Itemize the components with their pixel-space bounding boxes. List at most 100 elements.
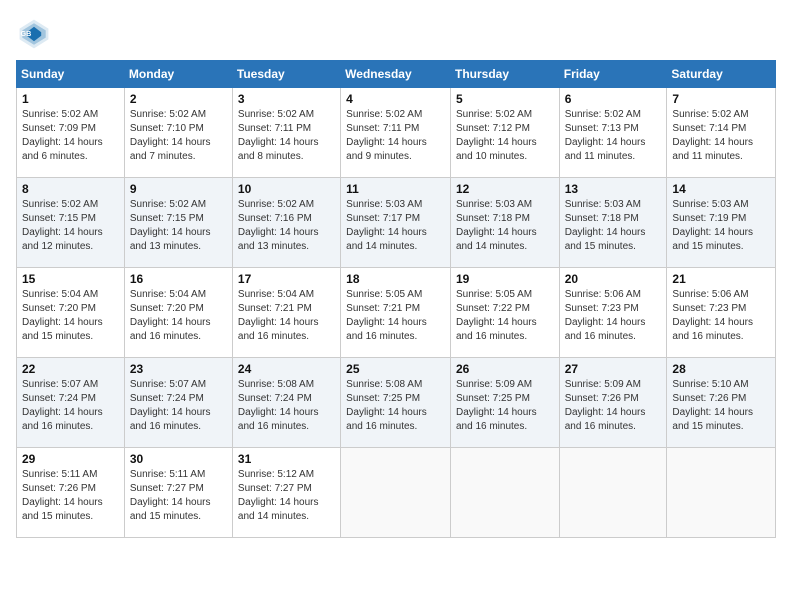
calendar-cell: 20 Sunrise: 5:06 AM Sunset: 7:23 PM Dayl… bbox=[559, 268, 667, 358]
day-info: Sunrise: 5:04 AM Sunset: 7:20 PM Dayligh… bbox=[22, 288, 119, 344]
calendar-table: SundayMondayTuesdayWednesdayThursdayFrid… bbox=[16, 60, 776, 538]
day-number: 11 bbox=[346, 182, 445, 196]
calendar-cell: 31 Sunrise: 5:12 AM Sunset: 7:27 PM Dayl… bbox=[232, 448, 340, 538]
day-number: 18 bbox=[346, 272, 445, 286]
day-info: Sunrise: 5:02 AM Sunset: 7:13 PM Dayligh… bbox=[565, 108, 662, 164]
day-number: 28 bbox=[672, 362, 770, 376]
day-info: Sunrise: 5:02 AM Sunset: 7:16 PM Dayligh… bbox=[238, 198, 335, 254]
calendar-cell: 11 Sunrise: 5:03 AM Sunset: 7:17 PM Dayl… bbox=[341, 178, 451, 268]
day-info: Sunrise: 5:05 AM Sunset: 7:21 PM Dayligh… bbox=[346, 288, 445, 344]
day-info: Sunrise: 5:07 AM Sunset: 7:24 PM Dayligh… bbox=[22, 378, 119, 434]
day-info: Sunrise: 5:02 AM Sunset: 7:11 PM Dayligh… bbox=[238, 108, 335, 164]
day-number: 15 bbox=[22, 272, 119, 286]
day-number: 9 bbox=[130, 182, 227, 196]
day-number: 3 bbox=[238, 92, 335, 106]
calendar-header-row: SundayMondayTuesdayWednesdayThursdayFrid… bbox=[17, 61, 776, 88]
calendar-cell: 1 Sunrise: 5:02 AM Sunset: 7:09 PM Dayli… bbox=[17, 88, 125, 178]
calendar-cell bbox=[667, 448, 776, 538]
day-number: 1 bbox=[22, 92, 119, 106]
calendar-cell: 25 Sunrise: 5:08 AM Sunset: 7:25 PM Dayl… bbox=[341, 358, 451, 448]
day-number: 29 bbox=[22, 452, 119, 466]
calendar-cell: 19 Sunrise: 5:05 AM Sunset: 7:22 PM Dayl… bbox=[450, 268, 559, 358]
day-number: 14 bbox=[672, 182, 770, 196]
day-number: 26 bbox=[456, 362, 554, 376]
day-info: Sunrise: 5:04 AM Sunset: 7:20 PM Dayligh… bbox=[130, 288, 227, 344]
day-info: Sunrise: 5:03 AM Sunset: 7:19 PM Dayligh… bbox=[672, 198, 770, 254]
calendar-cell: 30 Sunrise: 5:11 AM Sunset: 7:27 PM Dayl… bbox=[124, 448, 232, 538]
column-header-tuesday: Tuesday bbox=[232, 61, 340, 88]
calendar-cell: 28 Sunrise: 5:10 AM Sunset: 7:26 PM Dayl… bbox=[667, 358, 776, 448]
calendar-cell: 13 Sunrise: 5:03 AM Sunset: 7:18 PM Dayl… bbox=[559, 178, 667, 268]
column-header-monday: Monday bbox=[124, 61, 232, 88]
calendar-cell: 17 Sunrise: 5:04 AM Sunset: 7:21 PM Dayl… bbox=[232, 268, 340, 358]
day-number: 10 bbox=[238, 182, 335, 196]
calendar-cell: 16 Sunrise: 5:04 AM Sunset: 7:20 PM Dayl… bbox=[124, 268, 232, 358]
day-number: 16 bbox=[130, 272, 227, 286]
calendar-cell: 24 Sunrise: 5:08 AM Sunset: 7:24 PM Dayl… bbox=[232, 358, 340, 448]
day-info: Sunrise: 5:09 AM Sunset: 7:26 PM Dayligh… bbox=[565, 378, 662, 434]
day-number: 30 bbox=[130, 452, 227, 466]
day-number: 23 bbox=[130, 362, 227, 376]
calendar-cell: 14 Sunrise: 5:03 AM Sunset: 7:19 PM Dayl… bbox=[667, 178, 776, 268]
day-info: Sunrise: 5:06 AM Sunset: 7:23 PM Dayligh… bbox=[672, 288, 770, 344]
logo: GB bbox=[16, 16, 56, 52]
day-info: Sunrise: 5:10 AM Sunset: 7:26 PM Dayligh… bbox=[672, 378, 770, 434]
calendar-week-row: 29 Sunrise: 5:11 AM Sunset: 7:26 PM Dayl… bbox=[17, 448, 776, 538]
day-info: Sunrise: 5:11 AM Sunset: 7:26 PM Dayligh… bbox=[22, 468, 119, 524]
calendar-cell: 22 Sunrise: 5:07 AM Sunset: 7:24 PM Dayl… bbox=[17, 358, 125, 448]
day-info: Sunrise: 5:05 AM Sunset: 7:22 PM Dayligh… bbox=[456, 288, 554, 344]
calendar-cell bbox=[450, 448, 559, 538]
day-number: 22 bbox=[22, 362, 119, 376]
calendar-cell: 9 Sunrise: 5:02 AM Sunset: 7:15 PM Dayli… bbox=[124, 178, 232, 268]
day-info: Sunrise: 5:03 AM Sunset: 7:18 PM Dayligh… bbox=[456, 198, 554, 254]
day-info: Sunrise: 5:02 AM Sunset: 7:14 PM Dayligh… bbox=[672, 108, 770, 164]
column-header-wednesday: Wednesday bbox=[341, 61, 451, 88]
calendar-week-row: 15 Sunrise: 5:04 AM Sunset: 7:20 PM Dayl… bbox=[17, 268, 776, 358]
day-number: 13 bbox=[565, 182, 662, 196]
calendar-cell: 4 Sunrise: 5:02 AM Sunset: 7:11 PM Dayli… bbox=[341, 88, 451, 178]
day-number: 5 bbox=[456, 92, 554, 106]
day-info: Sunrise: 5:04 AM Sunset: 7:21 PM Dayligh… bbox=[238, 288, 335, 344]
day-number: 20 bbox=[565, 272, 662, 286]
day-number: 12 bbox=[456, 182, 554, 196]
day-info: Sunrise: 5:12 AM Sunset: 7:27 PM Dayligh… bbox=[238, 468, 335, 524]
calendar-cell: 18 Sunrise: 5:05 AM Sunset: 7:21 PM Dayl… bbox=[341, 268, 451, 358]
day-info: Sunrise: 5:11 AM Sunset: 7:27 PM Dayligh… bbox=[130, 468, 227, 524]
calendar-cell: 5 Sunrise: 5:02 AM Sunset: 7:12 PM Dayli… bbox=[450, 88, 559, 178]
day-number: 21 bbox=[672, 272, 770, 286]
calendar-cell: 12 Sunrise: 5:03 AM Sunset: 7:18 PM Dayl… bbox=[450, 178, 559, 268]
day-number: 6 bbox=[565, 92, 662, 106]
day-number: 19 bbox=[456, 272, 554, 286]
calendar-cell: 23 Sunrise: 5:07 AM Sunset: 7:24 PM Dayl… bbox=[124, 358, 232, 448]
day-number: 27 bbox=[565, 362, 662, 376]
day-info: Sunrise: 5:02 AM Sunset: 7:12 PM Dayligh… bbox=[456, 108, 554, 164]
calendar-cell bbox=[559, 448, 667, 538]
day-number: 31 bbox=[238, 452, 335, 466]
day-number: 4 bbox=[346, 92, 445, 106]
day-number: 17 bbox=[238, 272, 335, 286]
day-number: 25 bbox=[346, 362, 445, 376]
column-header-saturday: Saturday bbox=[667, 61, 776, 88]
calendar-cell: 8 Sunrise: 5:02 AM Sunset: 7:15 PM Dayli… bbox=[17, 178, 125, 268]
calendar-cell: 10 Sunrise: 5:02 AM Sunset: 7:16 PM Dayl… bbox=[232, 178, 340, 268]
day-info: Sunrise: 5:02 AM Sunset: 7:15 PM Dayligh… bbox=[130, 198, 227, 254]
calendar-cell: 6 Sunrise: 5:02 AM Sunset: 7:13 PM Dayli… bbox=[559, 88, 667, 178]
column-header-thursday: Thursday bbox=[450, 61, 559, 88]
calendar-cell: 21 Sunrise: 5:06 AM Sunset: 7:23 PM Dayl… bbox=[667, 268, 776, 358]
day-info: Sunrise: 5:02 AM Sunset: 7:11 PM Dayligh… bbox=[346, 108, 445, 164]
day-info: Sunrise: 5:02 AM Sunset: 7:15 PM Dayligh… bbox=[22, 198, 119, 254]
day-number: 2 bbox=[130, 92, 227, 106]
logo-icon: GB bbox=[16, 16, 52, 52]
calendar-cell: 27 Sunrise: 5:09 AM Sunset: 7:26 PM Dayl… bbox=[559, 358, 667, 448]
calendar-cell: 3 Sunrise: 5:02 AM Sunset: 7:11 PM Dayli… bbox=[232, 88, 340, 178]
day-info: Sunrise: 5:07 AM Sunset: 7:24 PM Dayligh… bbox=[130, 378, 227, 434]
day-info: Sunrise: 5:02 AM Sunset: 7:09 PM Dayligh… bbox=[22, 108, 119, 164]
calendar-cell: 29 Sunrise: 5:11 AM Sunset: 7:26 PM Dayl… bbox=[17, 448, 125, 538]
calendar-cell bbox=[341, 448, 451, 538]
day-info: Sunrise: 5:06 AM Sunset: 7:23 PM Dayligh… bbox=[565, 288, 662, 344]
day-number: 24 bbox=[238, 362, 335, 376]
day-info: Sunrise: 5:08 AM Sunset: 7:25 PM Dayligh… bbox=[346, 378, 445, 434]
calendar-week-row: 1 Sunrise: 5:02 AM Sunset: 7:09 PM Dayli… bbox=[17, 88, 776, 178]
calendar-cell: 2 Sunrise: 5:02 AM Sunset: 7:10 PM Dayli… bbox=[124, 88, 232, 178]
calendar-cell: 15 Sunrise: 5:04 AM Sunset: 7:20 PM Dayl… bbox=[17, 268, 125, 358]
